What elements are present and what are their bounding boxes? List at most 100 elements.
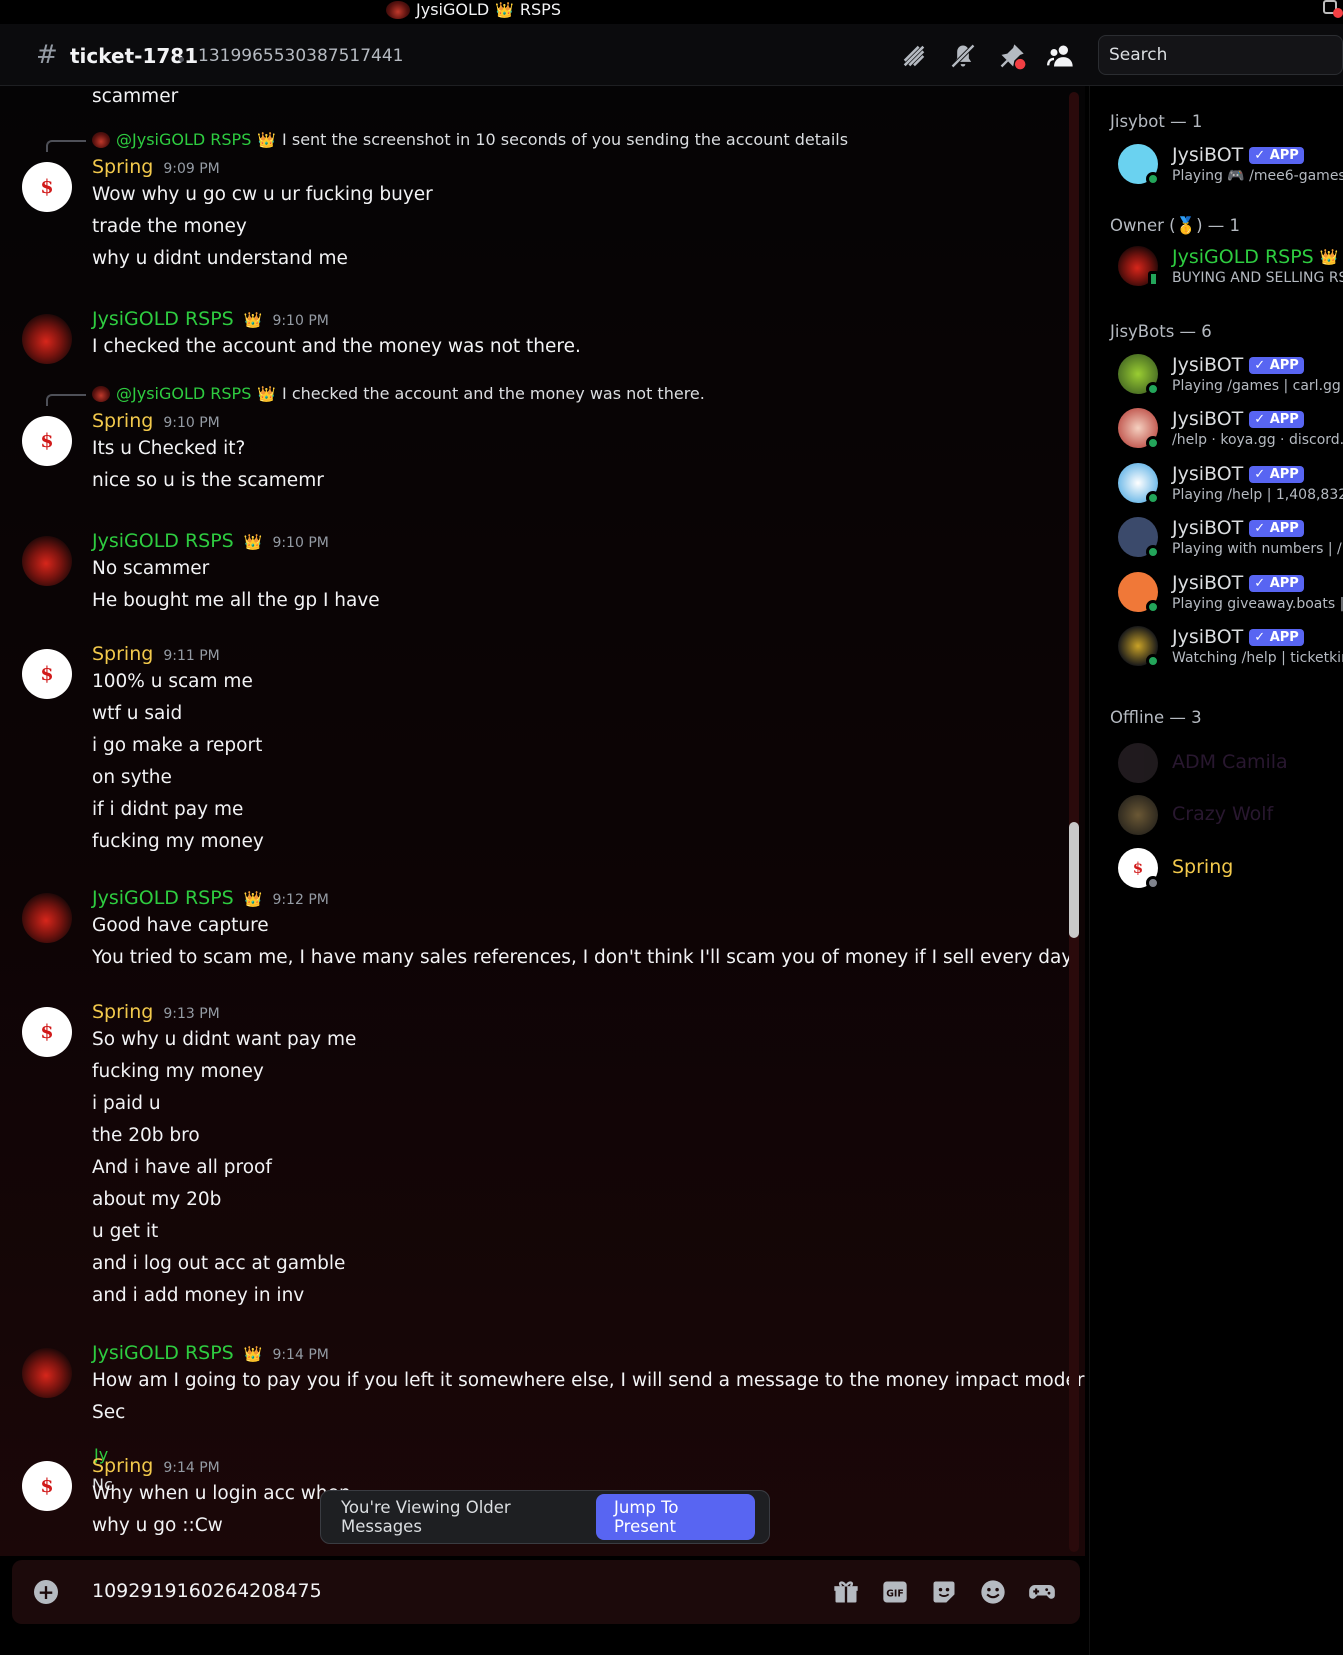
crown-icon: 👑 bbox=[243, 311, 263, 329]
message-line: fucking my money bbox=[92, 1061, 264, 1082]
message-header: Spring 9:10 PM bbox=[92, 410, 220, 432]
member-item[interactable]: JysiBOT ✓ APP Playing 🎮 /mee6-games bbox=[1118, 144, 1343, 192]
threads-icon[interactable] bbox=[900, 42, 928, 70]
server-icon bbox=[386, 0, 410, 19]
jump-to-present-button[interactable]: Jump To Present bbox=[596, 1494, 755, 1540]
member-item[interactable]: Crazy Wolf bbox=[1118, 795, 1343, 843]
author-name[interactable]: JysiGOLD RSPS bbox=[92, 887, 234, 909]
member-name: JysiGOLD RSPS bbox=[1172, 246, 1314, 268]
message-composer[interactable]: + 1092919160264208475 GIF bbox=[12, 1560, 1080, 1624]
sticker-icon[interactable] bbox=[930, 1578, 958, 1606]
member-activity: Playing 🎮 /mee6-games bbox=[1172, 168, 1343, 184]
older-messages-text: You're Viewing Older Messages bbox=[341, 1498, 511, 1536]
gif-icon[interactable]: GIF bbox=[881, 1578, 909, 1606]
avatar[interactable]: $ bbox=[22, 1461, 72, 1511]
reply-mention[interactable]: @JysiGOLD RSPS bbox=[116, 384, 251, 403]
author-name[interactable]: Spring bbox=[92, 156, 153, 178]
message-line: nice so u is the scamemr bbox=[92, 470, 324, 491]
channel-topic: 1319965530387517441 bbox=[198, 46, 404, 66]
reply-spine bbox=[46, 394, 86, 406]
author-name[interactable]: Spring bbox=[92, 643, 153, 665]
member-activity: Watching /help | ticketkin bbox=[1172, 650, 1343, 666]
member-name: Crazy Wolf bbox=[1172, 803, 1274, 825]
message-line: So why u didnt want pay me bbox=[92, 1029, 357, 1050]
member-group-title: Jisybot — 1 bbox=[1110, 112, 1203, 131]
author-name[interactable]: Spring bbox=[92, 410, 153, 432]
pinned-messages-icon[interactable] bbox=[998, 42, 1026, 70]
member-item[interactable]: JysiBOT ✓ APP Watching /help | ticketkin bbox=[1118, 626, 1343, 674]
reply-preview[interactable]: @JysiGOLD RSPS 👑 I checked the account a… bbox=[92, 384, 705, 403]
member-item[interactable]: JysiBOT ✓ APP Playing /help | 1,408,832 s bbox=[1118, 463, 1343, 511]
channel-name: ticket-1781 bbox=[70, 44, 199, 68]
member-item[interactable]: JysiBOT ✓ APP Playing /games | carl.gg bbox=[1118, 354, 1343, 402]
message-line: fucking my money bbox=[92, 831, 264, 852]
timestamp: 9:12 PM bbox=[272, 892, 329, 908]
message-line: No scammer bbox=[92, 558, 210, 579]
older-messages-bar: You're Viewing Older Messages Jump To Pr… bbox=[320, 1490, 770, 1544]
message-input[interactable]: 1092919160264208475 bbox=[92, 1580, 322, 1602]
separator-dot bbox=[179, 57, 184, 62]
avatar[interactable]: $ bbox=[22, 1007, 72, 1057]
message-line: Sec bbox=[92, 1402, 126, 1423]
member-list-icon[interactable] bbox=[1047, 42, 1075, 70]
message-line: and i add money in inv bbox=[92, 1285, 305, 1306]
member-activity: /help · koya.gg · discord.gg bbox=[1172, 432, 1343, 448]
member-item[interactable]: JysiGOLD RSPS 👑 BUYING AND SELLING RS bbox=[1118, 246, 1343, 294]
timestamp: 9:11 PM bbox=[163, 648, 220, 664]
member-name: JysiBOT bbox=[1172, 517, 1244, 539]
message-line: 100% u scam me bbox=[92, 671, 253, 692]
search-input[interactable]: Search bbox=[1098, 35, 1343, 75]
message-line: i paid u bbox=[92, 1093, 161, 1114]
member-name: JysiBOT bbox=[1172, 572, 1244, 594]
message-line: why u didnt understand me bbox=[92, 248, 348, 269]
gift-icon[interactable] bbox=[832, 1578, 860, 1606]
avatar[interactable]: $ bbox=[22, 416, 72, 466]
message-line: the 20b bro bbox=[92, 1125, 200, 1146]
message-line: Good have capture bbox=[92, 915, 269, 936]
svg-text:GIF: GIF bbox=[886, 1589, 904, 1600]
member-item[interactable]: JysiBOT ✓ APP Playing giveaway.boats | g bbox=[1118, 572, 1343, 620]
add-attachment-icon[interactable]: + bbox=[34, 1580, 58, 1604]
crown-icon: 👑 bbox=[495, 0, 514, 19]
app-badge: ✓ APP bbox=[1249, 574, 1304, 592]
reply-text: I checked the account and the money was … bbox=[282, 384, 705, 403]
author-name[interactable]: JysiGOLD RSPS bbox=[92, 1342, 234, 1364]
inbox-icon[interactable] bbox=[1321, 0, 1343, 18]
message-line: scammer bbox=[92, 86, 179, 107]
avatar[interactable]: $ bbox=[22, 162, 72, 212]
message-list[interactable]: scammer @JysiGOLD RSPS 👑 I sent the scre… bbox=[0, 86, 1085, 1556]
avatar[interactable] bbox=[22, 536, 72, 586]
member-item[interactable]: $ Spring bbox=[1118, 848, 1343, 896]
author-name[interactable]: Spring bbox=[92, 1001, 153, 1023]
author-name[interactable]: JysiGOLD RSPS bbox=[92, 308, 234, 330]
member-list[interactable]: Jisybot — 1 JysiBOT ✓ APP Playing 🎮 /mee6… bbox=[1089, 86, 1343, 1655]
avatar[interactable]: $ bbox=[22, 649, 72, 699]
member-group-title: Owner (🥇) — 1 bbox=[1110, 216, 1241, 235]
member-item[interactable]: ADM Camila bbox=[1118, 743, 1343, 791]
member-item[interactable]: JysiBOT ✓ APP Playing with numbers | /he bbox=[1118, 517, 1343, 565]
search-placeholder: Search bbox=[1109, 45, 1168, 65]
message-line: You tried to scam me, I have many sales … bbox=[92, 947, 1076, 968]
avatar[interactable] bbox=[22, 314, 72, 364]
notification-muted-icon[interactable] bbox=[949, 42, 977, 70]
message-header: Spring 9:09 PM bbox=[92, 156, 220, 178]
reply-avatar bbox=[92, 131, 110, 148]
message-header: Spring 9:14 PM bbox=[92, 1455, 220, 1477]
member-name: JysiBOT bbox=[1172, 354, 1244, 376]
message-line: Why when u login acc when bbox=[92, 1483, 351, 1504]
reply-mention[interactable]: @JysiGOLD RSPS bbox=[116, 130, 251, 149]
avatar[interactable] bbox=[22, 893, 72, 943]
author-name[interactable]: Spring bbox=[92, 1455, 153, 1477]
online-status-icon bbox=[1146, 600, 1160, 614]
scrollbar-thumb[interactable] bbox=[1069, 822, 1079, 938]
member-item[interactable]: JysiBOT ✓ APP /help · koya.gg · discord.g… bbox=[1118, 408, 1343, 456]
reply-preview[interactable]: @JysiGOLD RSPS 👑 I sent the screenshot i… bbox=[92, 130, 848, 149]
author-name[interactable]: JysiGOLD RSPS bbox=[92, 530, 234, 552]
message-line: why u go ::Cw bbox=[92, 1515, 223, 1536]
timestamp: 9:10 PM bbox=[272, 535, 329, 551]
message-line: wtf u said bbox=[92, 703, 183, 724]
message-line: And i have all proof bbox=[92, 1157, 272, 1178]
emoji-icon[interactable] bbox=[979, 1578, 1007, 1606]
activities-icon[interactable] bbox=[1028, 1578, 1056, 1606]
avatar[interactable] bbox=[22, 1348, 72, 1398]
